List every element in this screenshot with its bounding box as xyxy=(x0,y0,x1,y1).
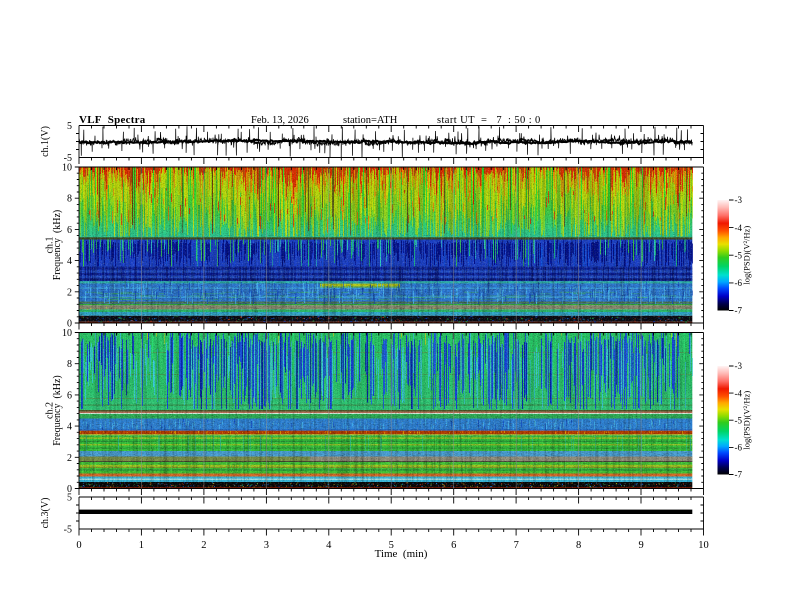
svg-text:station=ATH: station=ATH xyxy=(343,115,398,126)
svg-text:6: 6 xyxy=(67,225,72,236)
svg-text:6: 6 xyxy=(451,540,456,551)
svg-text:10: 10 xyxy=(698,540,709,551)
svg-text:2: 2 xyxy=(67,287,72,298)
svg-text:3: 3 xyxy=(264,540,269,551)
svg-text:8: 8 xyxy=(67,194,72,205)
svg-text:8: 8 xyxy=(67,359,72,370)
svg-text:ch.3(V): ch.3(V) xyxy=(40,498,51,529)
svg-text:Frequency (kHz): Frequency (kHz) xyxy=(52,375,63,446)
svg-text:log(PSD)(V²/Hz): log(PSD)(V²/Hz) xyxy=(742,391,752,450)
svg-text:-5: -5 xyxy=(64,525,72,536)
svg-text:-7: -7 xyxy=(735,470,743,480)
svg-text:VLF Spectra: VLF Spectra xyxy=(79,114,146,126)
svg-text:log(PSD)(V²/Hz): log(PSD)(V²/Hz) xyxy=(742,226,752,285)
svg-text:4: 4 xyxy=(326,540,332,551)
svg-text:Frequency (kHz): Frequency (kHz) xyxy=(52,210,63,281)
svg-text:10: 10 xyxy=(62,328,72,339)
svg-text:-7: -7 xyxy=(735,306,743,316)
svg-text:4: 4 xyxy=(67,422,72,433)
svg-text:Time (min): Time (min) xyxy=(375,548,428,560)
svg-text:4: 4 xyxy=(67,256,72,267)
svg-text:start UT = 7 : 50 : 0: start UT = 7 : 50 : 0 xyxy=(437,115,541,126)
svg-text:Feb. 13, 2026: Feb. 13, 2026 xyxy=(251,115,309,126)
svg-text:8: 8 xyxy=(576,540,581,551)
svg-text:6: 6 xyxy=(67,390,72,401)
svg-text:2: 2 xyxy=(67,453,72,464)
svg-text:-3: -3 xyxy=(735,361,743,371)
svg-text:10: 10 xyxy=(62,163,72,174)
svg-text:ch.1(V): ch.1(V) xyxy=(40,126,51,157)
svg-text:9: 9 xyxy=(638,540,643,551)
svg-text:1: 1 xyxy=(139,540,144,551)
svg-text:7: 7 xyxy=(514,540,519,551)
svg-text:2: 2 xyxy=(201,540,206,551)
svg-text:5: 5 xyxy=(67,493,72,504)
svg-text:5: 5 xyxy=(67,121,72,132)
svg-text:0: 0 xyxy=(76,540,81,551)
svg-text:-3: -3 xyxy=(735,195,743,205)
